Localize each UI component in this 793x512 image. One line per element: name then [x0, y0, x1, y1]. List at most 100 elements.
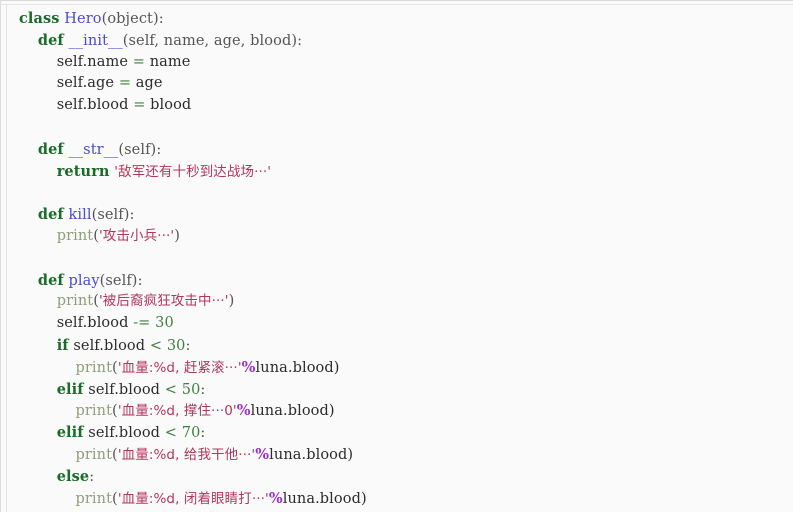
number-literal: 50 [181, 381, 201, 398]
keyword-elif: elif [56, 424, 84, 442]
code-line: self.age = age [19, 73, 367, 95]
colon: : [89, 468, 95, 485]
condition-expr: self.blood [83, 425, 165, 442]
assign-target: self.age [56, 75, 119, 92]
string-literal: '血量:%d, 闭着眼睛打···' [117, 490, 269, 507]
percent-format-operator: % [268, 489, 283, 507]
number-literal: 30 [166, 337, 186, 354]
condition-expr: self.blood [83, 381, 165, 398]
keyword-def: def [37, 31, 64, 49]
function-name-str: __str__ [68, 141, 119, 158]
assign-operator: = [132, 53, 145, 70]
number-literal: 30 [155, 315, 174, 332]
keyword-if: if [56, 336, 69, 354]
code-line: def kill(self): [19, 204, 367, 226]
code-line: elif self.blood < 70: [19, 422, 367, 444]
minus-assign-operator: -= [133, 315, 151, 332]
code-line: return '敌军还有十秒到达战场···' [19, 161, 367, 183]
code-line: elif self.blood < 50: [19, 379, 367, 401]
code-line: print('被后裔疯狂攻击中···') [19, 291, 367, 313]
string-literal: '攻击小兵···' [98, 227, 175, 244]
keyword-else: else [56, 467, 90, 485]
code-line: def __init__(self, name, age, blood): [19, 30, 367, 52]
class-name-hero: Hero [64, 11, 102, 27]
code-line: def play(self): [19, 270, 367, 292]
function-params: (self): [91, 207, 135, 224]
code-line: print('攻击小兵···') [19, 226, 367, 248]
number-literal: 70 [181, 425, 201, 442]
class-bases: (object): [101, 11, 164, 27]
assign-value: age [131, 75, 163, 92]
assign-target: self.name [56, 53, 133, 70]
builtin-print: print [75, 446, 113, 463]
string-literal: '血量:%d, 撑住···0' [117, 403, 237, 420]
code-viewer[interactable]: class Hero(object): def __init__(self, n… [0, 0, 793, 512]
code-line: print('血量:%d, 赶紧滚···'%luna.blood) [19, 357, 367, 379]
assign-target: self.blood [56, 97, 134, 114]
code-line: self.blood = blood [19, 95, 367, 117]
less-than-operator: < [149, 337, 163, 354]
builtin-print: print [75, 403, 113, 420]
less-than-operator: < [164, 425, 178, 442]
percent-format-operator: % [241, 358, 256, 376]
builtin-print: print [56, 293, 94, 310]
string-literal: '血量:%d, 赶紧滚···' [117, 359, 242, 376]
keyword-def: def [37, 271, 64, 289]
colon: : [200, 425, 206, 442]
function-params: (self): [99, 272, 143, 289]
percent-format-operator: % [236, 402, 251, 420]
assign-value: blood [145, 97, 192, 114]
builtin-print: print [56, 227, 94, 244]
format-argument: luna.blood) [269, 446, 354, 463]
code-line: self.name = name [19, 52, 367, 74]
colon: : [185, 337, 191, 354]
code-block[interactable]: class Hero(object): def __init__(self, n… [1, 8, 367, 509]
assign-target: self.blood [56, 315, 134, 332]
code-line: class Hero(object): [19, 8, 367, 30]
assign-operator: = [118, 75, 132, 92]
keyword-def: def [37, 206, 64, 224]
colon: : [200, 381, 206, 398]
code-line: print('血量:%d, 给我干他···'%luna.blood) [19, 444, 367, 466]
format-argument: luna.blood) [250, 403, 335, 420]
string-literal: '被后裔疯狂攻击中···' [98, 293, 229, 310]
code-line: print('血量:%d, 撑住···0'%luna.blood) [19, 400, 367, 422]
function-name-kill: kill [68, 207, 92, 224]
code-line: self.blood -= 30 [19, 313, 367, 335]
builtin-print: print [75, 359, 113, 376]
function-params: (self): [118, 141, 162, 158]
less-than-operator: < [164, 381, 178, 398]
condition-expr: self.blood [68, 337, 150, 354]
code-line: print('血量:%d, 闭着眼睛打···'%luna.blood) [19, 488, 367, 510]
format-argument: luna.blood) [255, 359, 340, 376]
code-line: if self.blood < 30: [19, 335, 367, 357]
function-params: (self, name, age, blood): [122, 32, 303, 49]
function-name-init: __init__ [68, 32, 123, 49]
keyword-elif: elif [56, 380, 84, 398]
paren-close: ) [228, 293, 235, 310]
function-name-play: play [68, 272, 100, 289]
percent-format-operator: % [255, 445, 270, 463]
string-literal: '血量:%d, 给我干他···' [117, 446, 256, 463]
builtin-print: print [75, 490, 113, 507]
assign-operator: = [133, 97, 146, 114]
